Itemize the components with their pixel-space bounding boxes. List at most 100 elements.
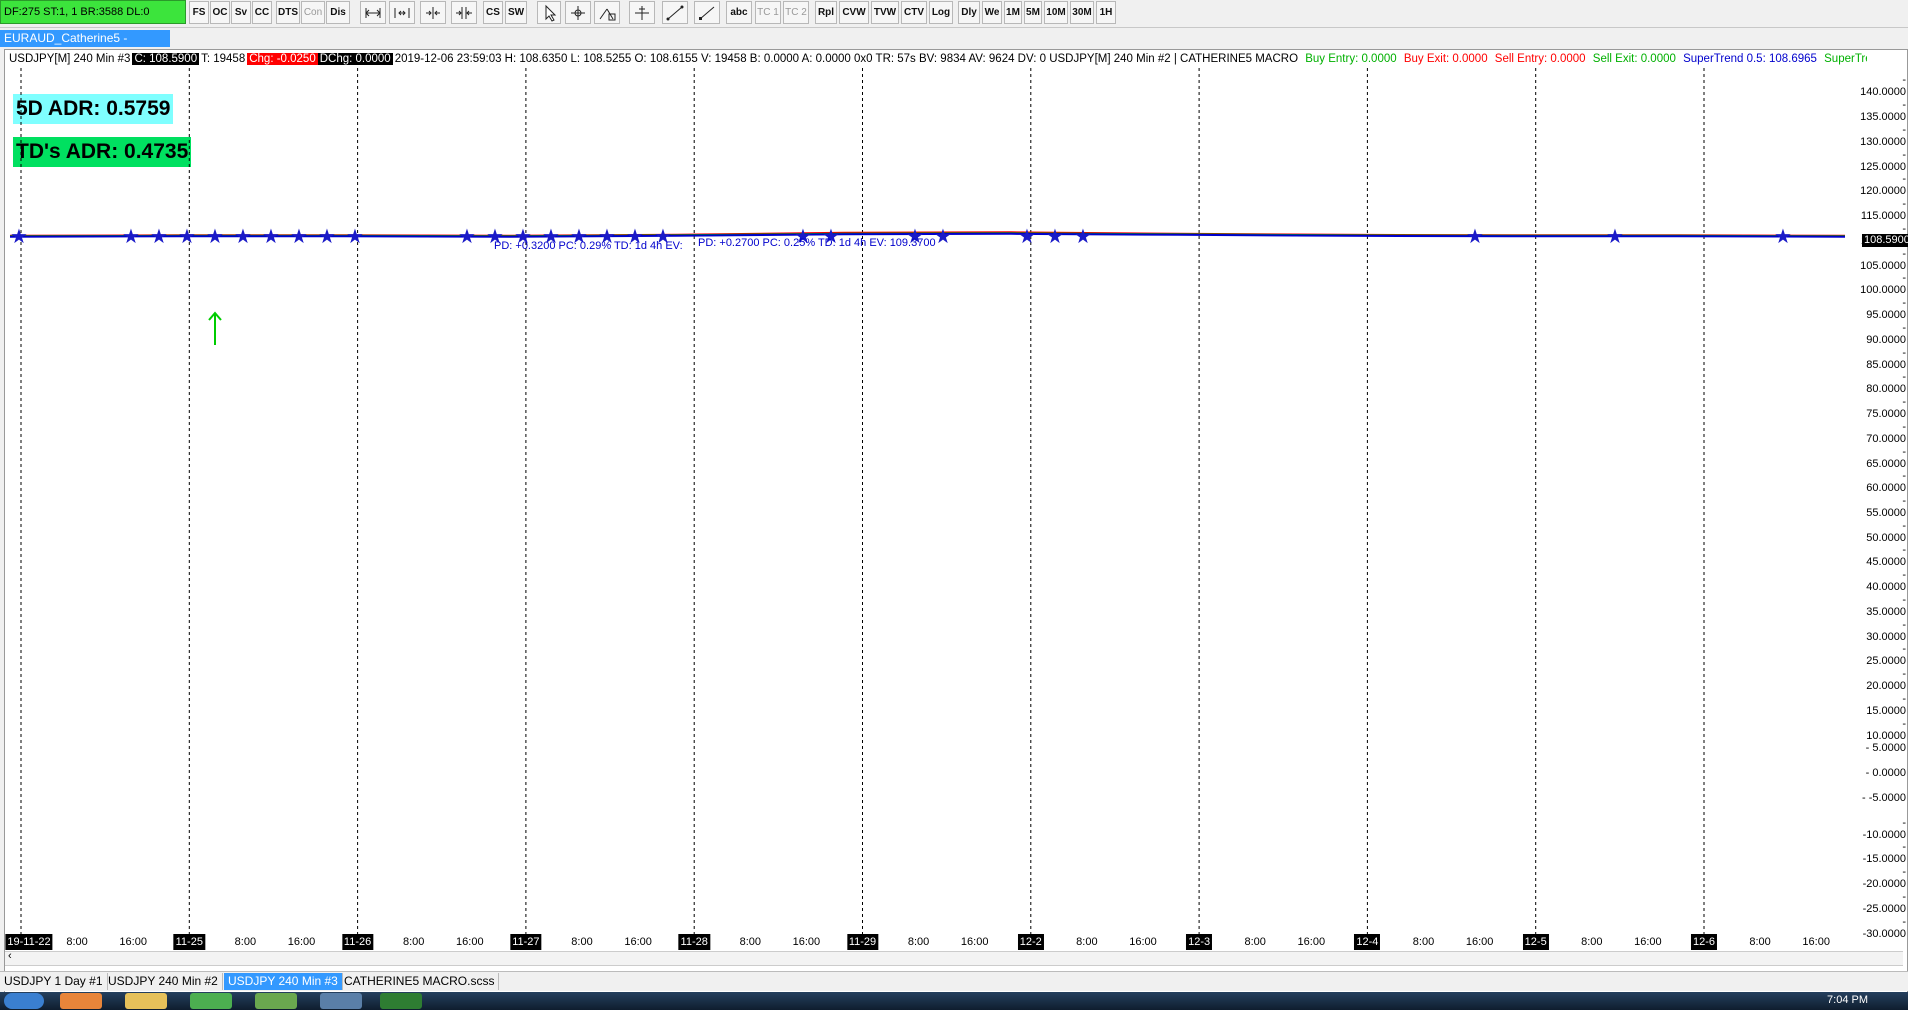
firefox-icon[interactable] (60, 993, 102, 1009)
signal-star-icon: ★ (262, 224, 280, 248)
compress-right-icon[interactable] (451, 1, 477, 24)
signal-star-icon: ★ (1074, 224, 1092, 248)
signal-star-icon: ★ (122, 224, 140, 248)
date-tick: 11-28 (678, 934, 710, 950)
price-tick: - -25.0000 (1862, 890, 1906, 915)
text-tool-button[interactable]: abc (726, 1, 752, 24)
folder-icon[interactable] (125, 993, 167, 1009)
app-icon[interactable] (255, 993, 297, 1009)
values-tool-icon[interactable] (594, 1, 620, 24)
time-tick: 16:00 (287, 936, 316, 948)
cc-button[interactable]: CC (252, 1, 272, 24)
app2-icon[interactable] (320, 993, 362, 1009)
time-tick: 16:00 (456, 936, 484, 948)
date-tick: 12-2 (1017, 934, 1044, 950)
price-tick: - 10.0000 (1866, 717, 1906, 742)
date-tick: 11-29 (846, 934, 879, 950)
tab-catherine5-macro[interactable]: CATHERINE5 MACRO.scss (340, 973, 500, 990)
time-tick: 8:00 (1412, 936, 1435, 948)
tvw-button[interactable]: TVW (871, 1, 899, 24)
30min-button[interactable]: 30M (1070, 1, 1094, 24)
dts-button[interactable]: DTS (276, 1, 300, 24)
price-tick: - 0.0000 (1865, 767, 1906, 780)
compress-left-icon[interactable] (420, 1, 446, 24)
pointer-icon[interactable] (537, 1, 561, 24)
tab-usdjpy-240-3[interactable]: USDJPY 240 Min #3 (224, 973, 343, 990)
ctv-button[interactable]: CTV (901, 1, 927, 24)
price-tick: - 30.0000 (1866, 618, 1906, 643)
scroll-left-icon[interactable]: ‹ (8, 950, 12, 962)
rpl-button[interactable]: Rpl (815, 1, 837, 24)
trades-value: T: 19458 (201, 53, 246, 65)
5min-button[interactable]: 5M (1024, 1, 1042, 24)
price-tick: - 80.0000 (1866, 371, 1906, 396)
tab-usdjpy-1day[interactable]: USDJPY 1 Day #1 (0, 973, 108, 990)
sw-button[interactable]: SW (505, 1, 527, 24)
crosshair-icon[interactable] (565, 1, 591, 24)
1hour-button[interactable]: 1H (1096, 1, 1116, 24)
buy-entry-value: Buy Entry: 0.0000 (1305, 53, 1397, 65)
price-plot[interactable]: ★ ★ ★ ★ ★ ★ ★ ★ ★ ★ ★ ★ ★ ★ ★ ★ ★ ★ ★ ★ ★ ★ ★ ★ ★ ★ ★ ★ (5, 68, 1860, 934)
zoom-horizontal-icon[interactable] (360, 1, 386, 24)
cvw-button[interactable]: CVW (839, 1, 869, 24)
signal-star-icon: ★ (206, 224, 224, 248)
1min-button[interactable]: 1M (1004, 1, 1022, 24)
con-button[interactable]: Con (301, 1, 325, 24)
time-tick: 16:00 (792, 936, 821, 948)
taskbar: 7:04 PM (0, 992, 1908, 1010)
oc-button[interactable]: OC (210, 1, 230, 24)
price-tick: - 140.0000 (1860, 74, 1906, 99)
price-tick: - 65.0000 (1866, 445, 1906, 470)
chart-window-title[interactable]: EURAUD_Catherine5 - MACRO (0, 30, 170, 62)
date-tick: 19-11-22 (5, 934, 53, 950)
signal-star-icon: ★ (10, 224, 28, 248)
signal-star-icon: ★ (150, 224, 168, 248)
trendline-icon[interactable] (662, 1, 688, 24)
time-tick: 8:00 (1581, 936, 1603, 948)
cursor-line-icon[interactable] (629, 1, 655, 24)
price-tick: - 120.0000 (1860, 173, 1906, 198)
current-price-label: 108.5900 (1862, 234, 1908, 247)
time-tick: 8:00 (234, 936, 257, 948)
horizontal-scrollbar[interactable]: ‹ (5, 950, 1903, 966)
tab-usdjpy-240-2[interactable]: USDJPY 240 Min #2 (104, 973, 223, 990)
time-tick: 16:00 (624, 936, 652, 948)
dis-button[interactable]: Dis (326, 1, 350, 24)
price-tick: - 35.0000 (1866, 593, 1906, 618)
chrome-icon[interactable] (190, 993, 232, 1009)
log-button[interactable]: Log (929, 1, 953, 24)
time-tick: 8:00 (739, 936, 762, 948)
time-tick: 8:00 (571, 936, 593, 948)
status-readout: DF:275 ST:1, 1 BR:3588 DL:0 (0, 0, 186, 24)
cs-button[interactable]: CS (483, 1, 503, 24)
bar-details: 2019-12-06 23:59:03 H: 108.6350 L: 108.5… (394, 53, 1299, 65)
sv-button[interactable]: Sv (231, 1, 251, 24)
daily-button[interactable]: Dly (958, 1, 980, 24)
tc1-button[interactable]: TC 1 (755, 1, 781, 24)
price-axis[interactable]: - 140.0000- 135.0000- 130.0000- 125.0000… (1860, 68, 1908, 939)
price-tick: - 85.0000 (1866, 346, 1906, 371)
excel-icon[interactable] (380, 993, 422, 1009)
ray-icon[interactable] (694, 1, 720, 24)
price-tick: - 50.0000 (1866, 519, 1906, 544)
price-tick: - 95.0000 (1866, 297, 1906, 322)
chart-tabs-bar: USDJPY 1 Day #1 USDJPY 240 Min #2 USDJPY… (0, 971, 1908, 991)
fs-button[interactable]: FS (189, 1, 209, 24)
time-axis[interactable]: 19-11-22 8:00 16:00 11-25 8:00 16:00 11-26 8:00… (5, 934, 1860, 950)
start-button-icon[interactable] (4, 993, 44, 1009)
price-tick: - 90.0000 (1866, 321, 1906, 346)
zoom-fit-icon[interactable] (389, 1, 415, 24)
price-tick: - 130.0000 (1860, 123, 1906, 148)
time-tick: 8:00 (1749, 936, 1771, 948)
time-tick: 8:00 (1076, 936, 1098, 948)
signal-star-icon: ★ (1018, 224, 1036, 248)
signal-star-icon: ★ (318, 224, 336, 248)
signal-star-icon: ★ (346, 224, 364, 248)
10min-button[interactable]: 10M (1044, 1, 1068, 24)
sell-entry-value: Sell Entry: 0.0000 (1494, 53, 1586, 65)
chart-info-line: USDJPY[M] 240 Min #3 C: 108.5900 T: 19458 C… (7, 52, 1867, 67)
price-tick: - -5.0000 (1861, 791, 1906, 804)
weekly-button[interactable]: We (982, 1, 1002, 24)
price-tick: - 70.0000 (1866, 420, 1906, 445)
tc2-button[interactable]: TC 2 (783, 1, 809, 24)
